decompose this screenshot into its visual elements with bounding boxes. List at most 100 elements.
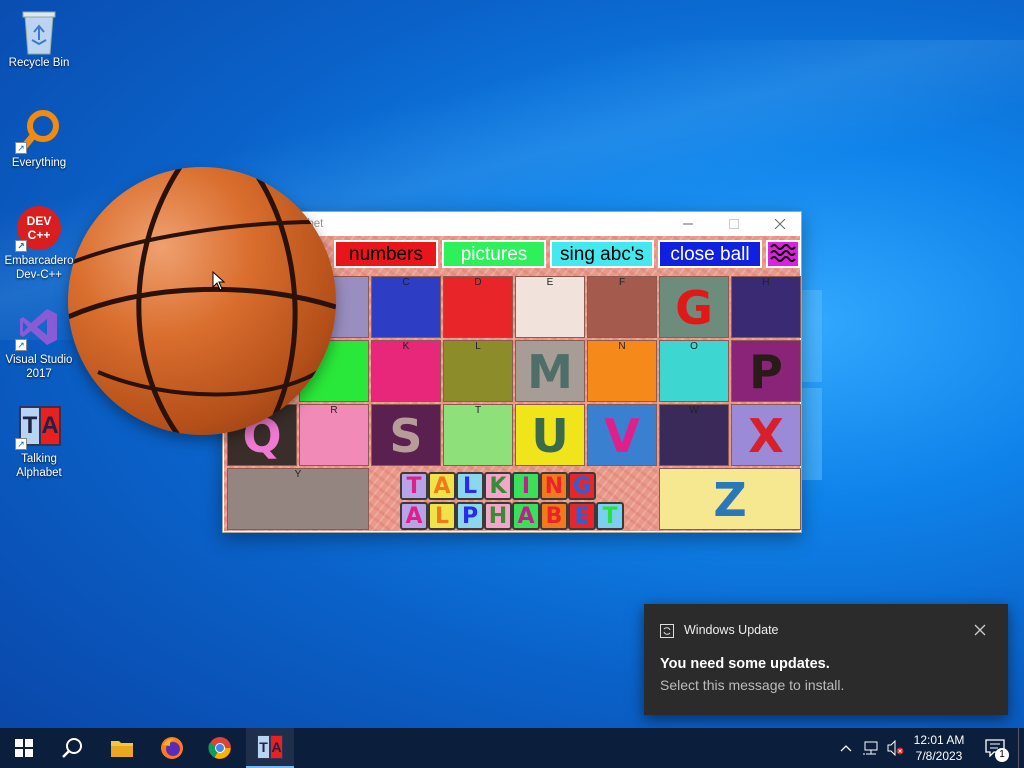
recycle-bin-icon — [17, 8, 61, 55]
sound-wave-button[interactable] — [766, 240, 800, 268]
logo-letter-block: B — [540, 502, 568, 530]
show-desktop-button[interactable] — [1018, 728, 1024, 768]
action-center-button[interactable]: 1 — [978, 728, 1012, 768]
numbers-button[interactable]: numbers — [334, 240, 438, 268]
network-icon — [863, 741, 878, 755]
chrome-button[interactable] — [196, 728, 244, 768]
close-window-button[interactable] — [757, 212, 803, 236]
talking-alphabet-icon: T A — [257, 735, 283, 759]
letter-tile-e[interactable]: E — [515, 276, 585, 338]
chevron-up-icon — [840, 745, 852, 752]
logo-letter-block: H — [484, 502, 512, 530]
windows-logo-icon — [15, 739, 33, 757]
letter-tile-r[interactable]: R — [299, 404, 369, 466]
clock-time: 12:01 AM — [913, 733, 965, 747]
letter-tile-m[interactable]: M — [515, 340, 585, 402]
shortcut-arrow-icon: ↗ — [15, 240, 27, 252]
logo-letter-block: N — [540, 472, 568, 500]
start-button[interactable] — [0, 728, 48, 768]
visual-studio-icon: ↗ — [15, 305, 61, 351]
logo-letter-block: E — [568, 502, 596, 530]
letter-tile-n[interactable]: N — [587, 340, 657, 402]
basketball-image[interactable] — [68, 167, 336, 435]
letter-tile-f[interactable]: F — [587, 276, 657, 338]
letter-tile-k[interactable]: K — [371, 340, 441, 402]
talking-alphabet-logo: TALKING ALPHABET — [400, 472, 640, 532]
volume-button[interactable] — [884, 728, 906, 768]
file-explorer-button[interactable] — [98, 728, 146, 768]
notification-title: You need some updates. — [660, 656, 830, 672]
update-icon — [660, 624, 674, 643]
logo-letter-block: A — [512, 502, 540, 530]
letter-tile-s[interactable]: S — [371, 404, 441, 466]
desktop-icon-devcpp[interactable]: DEV C++ ↗ Embarcadero Dev-C++ — [2, 206, 76, 282]
devcpp-badge-text: DEV C++ — [26, 214, 52, 242]
letter-tile-v[interactable]: V — [587, 404, 657, 466]
clock[interactable]: 12:01 AM 7/8/2023 — [908, 728, 970, 768]
network-button[interactable] — [860, 728, 882, 768]
desktop-icon-visual-studio[interactable]: ↗ Visual Studio 2017 — [2, 305, 76, 381]
notification-count-badge: 1 — [995, 748, 1009, 762]
logo-letter-block: P — [456, 502, 484, 530]
logo-letter-block: K — [484, 472, 512, 500]
sing-abc-button[interactable]: sing abc's — [550, 240, 654, 268]
letter-tile-h[interactable]: H — [731, 276, 801, 338]
close-ball-button[interactable]: close ball — [658, 240, 762, 268]
logo-letter-block: I — [512, 472, 540, 500]
letter-tile-p[interactable]: P — [731, 340, 801, 402]
letter-tile-x[interactable]: X — [731, 404, 801, 466]
talking-alphabet-icon: T A ↗ — [15, 404, 61, 450]
desktop-icon-recycle-bin[interactable]: Recycle Bin — [2, 8, 76, 70]
talking-alphabet-taskbar-button[interactable]: T A — [246, 728, 294, 768]
taskbar: T A 12:01 AM 7/8/2023 1 — [0, 728, 1024, 768]
desktop-icon-label: Embarcadero Dev-C++ — [4, 255, 74, 281]
letter-tile-g[interactable]: G — [659, 276, 729, 338]
letter-tile-t[interactable]: T — [443, 404, 513, 466]
letter-tile-y[interactable]: Y — [227, 468, 369, 530]
volume-muted-icon — [887, 740, 904, 756]
folder-icon — [111, 741, 133, 757]
logo-letter-block: A — [400, 502, 428, 530]
search-button[interactable] — [48, 728, 96, 768]
logo-letter-block: L — [456, 472, 484, 500]
devcpp-icon: DEV C++ ↗ — [15, 206, 61, 252]
chrome-icon — [208, 737, 231, 759]
desktop-icon-label: Talking Alphabet — [16, 453, 62, 479]
sound-wave-icon — [770, 244, 796, 262]
letter-tile-d[interactable]: D — [443, 276, 513, 338]
shortcut-arrow-icon: ↗ — [15, 438, 27, 450]
notification-body: Select this message to install. — [660, 677, 845, 693]
wallpaper-logo-pane — [802, 388, 822, 480]
notification-app-name: Windows Update — [684, 623, 779, 637]
clock-date: 7/8/2023 — [915, 749, 963, 763]
search-icon — [62, 738, 82, 758]
logo-letter-block: A — [428, 472, 456, 500]
logo-letter-block: T — [596, 502, 624, 530]
desktop-icon-everything[interactable]: ↗ Everything — [2, 108, 76, 170]
mouse-cursor-icon — [212, 270, 226, 296]
letter-tile-w[interactable]: W — [659, 404, 729, 466]
logo-letter-block: G — [568, 472, 596, 500]
desktop-icon-talking-alphabet[interactable]: T A ↗ Talking Alphabet — [2, 404, 76, 480]
pictures-button[interactable]: pictures — [442, 240, 546, 268]
desktop-icon-label: Recycle Bin — [8, 57, 70, 69]
letter-tile-u[interactable]: U — [515, 404, 585, 466]
basketball-seams — [68, 167, 336, 435]
letter-tile-z[interactable]: Z — [659, 468, 801, 530]
logo-letter-block: T — [400, 472, 428, 500]
show-hidden-icons-button[interactable] — [836, 728, 856, 768]
everything-search-icon: ↗ — [15, 108, 61, 154]
letter-tile-l[interactable]: L — [443, 340, 513, 402]
wallpaper-logo-pane — [802, 290, 822, 382]
minimize-button[interactable] — [665, 212, 711, 236]
notification-close-button[interactable] — [974, 623, 988, 637]
maximize-button[interactable] — [711, 212, 757, 236]
firefox-icon — [161, 737, 183, 759]
shortcut-arrow-icon: ↗ — [15, 142, 27, 154]
windows-update-notification[interactable]: Windows Update You need some updates. Se… — [644, 604, 1008, 715]
letter-tile-o[interactable]: O — [659, 340, 729, 402]
firefox-button[interactable] — [148, 728, 196, 768]
shortcut-arrow-icon: ↗ — [15, 339, 27, 351]
letter-tile-c[interactable]: C — [371, 276, 441, 338]
desktop-icon-label: Visual Studio 2017 — [5, 354, 73, 380]
